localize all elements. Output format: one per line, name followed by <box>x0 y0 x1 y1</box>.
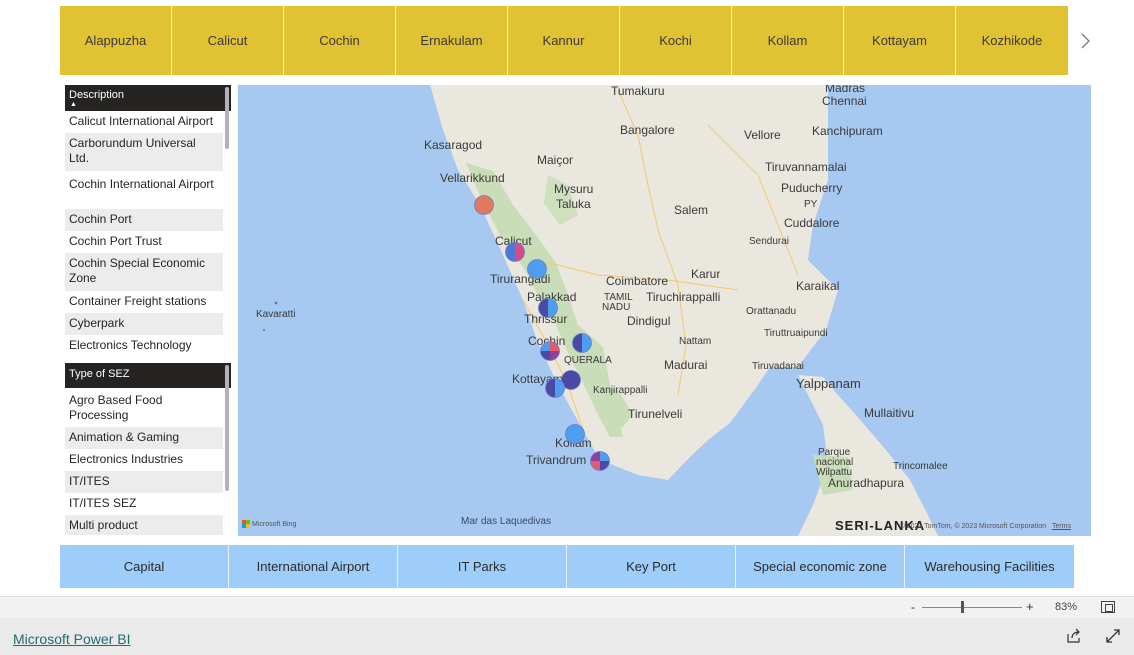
footer: Microsoft Power BI <box>0 618 1134 655</box>
list-item[interactable]: Cyberpark <box>65 313 223 335</box>
map-marker[interactable] <box>565 424 585 444</box>
list-item[interactable]: Animation & Gaming <box>65 427 223 449</box>
city-button[interactable]: Kollam <box>732 6 844 75</box>
list-item[interactable]: Agro Based Food Processing <box>65 388 223 427</box>
description-slicer: Description ▲ Calicut International Airp… <box>65 85 231 358</box>
marker-slice <box>572 333 582 353</box>
sort-ascending-icon[interactable]: ▲ <box>70 101 77 108</box>
sez-type-slicer: Type of SEZ Agro Based Food Processing A… <box>65 363 231 535</box>
category-button[interactable]: Warehousing Facilities <box>905 545 1074 588</box>
description-slicer-header[interactable]: Description ▲ <box>65 85 231 111</box>
city-button[interactable]: Kozhikode <box>956 6 1068 75</box>
marker-slice <box>515 242 525 262</box>
map-marker[interactable] <box>505 242 525 262</box>
fit-to-page-icon[interactable] <box>1101 601 1115 613</box>
map-marker[interactable] <box>540 341 560 361</box>
map-marker[interactable] <box>538 298 558 318</box>
zoom-slider-thumb[interactable] <box>961 601 964 613</box>
description-header-label: Description <box>69 89 125 101</box>
marker-slice <box>582 333 592 353</box>
city-button[interactable]: Kochi <box>620 6 732 75</box>
share-icon[interactable] <box>1066 628 1082 644</box>
category-button[interactable]: Special economic zone <box>736 545 905 588</box>
zoom-out-button[interactable]: - <box>911 600 915 614</box>
zoom-in-button[interactable]: + <box>1026 599 1034 614</box>
list-item[interactable]: Calicut International Airport <box>65 111 223 133</box>
list-item[interactable]: Multi product <box>65 515 223 535</box>
sez-list: Agro Based Food Processing Animation & G… <box>65 388 231 535</box>
power-bi-link[interactable]: Microsoft Power BI <box>13 631 130 647</box>
map-marker[interactable] <box>474 195 494 215</box>
marker-slice <box>505 242 515 262</box>
city-button[interactable]: Ernakulam <box>396 6 508 75</box>
sez-slicer-header[interactable]: Type of SEZ <box>65 363 231 388</box>
category-slicer: Capital International Airport IT Parks K… <box>60 545 1074 588</box>
list-item[interactable]: Cochin Special Economic Zone <box>65 253 223 291</box>
list-item[interactable]: Cochin International Airport <box>65 171 223 209</box>
list-item[interactable]: Electronics Industries <box>65 449 223 471</box>
report-canvas: Alappuzha Calicut Cochin Ernakulam Kannu… <box>0 0 1134 596</box>
list-item[interactable]: Cochin Port Trust <box>65 231 223 253</box>
description-list: Calicut International Airport Carborundu… <box>65 111 231 357</box>
city-button[interactable]: Alappuzha <box>60 6 172 75</box>
list-item[interactable]: Container Freight stations <box>65 291 223 313</box>
map-marker[interactable] <box>545 378 565 398</box>
marker-slice <box>538 298 548 318</box>
zoom-slider-track[interactable] <box>922 607 1022 608</box>
list-item[interactable]: IT/ITES <box>65 471 223 493</box>
chevron-right-icon[interactable] <box>1079 30 1093 52</box>
description-scrollbar[interactable] <box>225 87 229 149</box>
category-button[interactable]: International Airport <box>229 545 398 588</box>
city-slicer: Alappuzha Calicut Cochin Ernakulam Kannu… <box>60 6 1068 75</box>
zoom-bar: - + 83% <box>0 596 1134 618</box>
list-item[interactable]: IT/ITES SEZ <box>65 493 223 515</box>
city-button[interactable]: Calicut <box>172 6 284 75</box>
city-button[interactable]: Kottayam <box>844 6 956 75</box>
sez-scrollbar[interactable] <box>225 365 229 491</box>
category-button[interactable]: Capital <box>60 545 229 588</box>
fullscreen-icon[interactable] <box>1105 628 1121 644</box>
map-marker[interactable] <box>527 259 547 279</box>
category-button[interactable]: IT Parks <box>398 545 567 588</box>
map-visual[interactable]: Tumakuru Madras Chennai Bangalore Vellor… <box>238 85 1091 536</box>
marker-slice <box>548 298 558 318</box>
marker-slice <box>545 378 555 398</box>
zoom-percent: 83% <box>1055 601 1078 613</box>
city-button[interactable]: Kannur <box>508 6 620 75</box>
list-item[interactable]: Carborundum Universal Ltd. <box>65 133 223 171</box>
city-button[interactable]: Cochin <box>284 6 396 75</box>
sez-header-label: Type of SEZ <box>69 368 130 380</box>
list-item[interactable]: Cochin Port <box>65 209 223 231</box>
map-marker[interactable] <box>590 451 610 471</box>
map-marker[interactable] <box>572 333 592 353</box>
list-item[interactable]: Electronics Technology <box>65 335 223 357</box>
map-markers <box>474 195 610 471</box>
category-button[interactable]: Key Port <box>567 545 736 588</box>
